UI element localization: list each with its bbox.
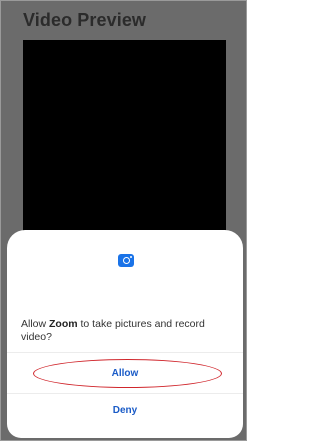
deny-button[interactable]: Deny <box>7 402 243 420</box>
page-title: Video Preview <box>23 10 147 30</box>
permission-dialog: Allow Zoom to take pictures and record v… <box>7 230 243 438</box>
permission-prompt: Allow Zoom to take pictures and record v… <box>21 318 231 344</box>
prompt-prefix: Allow <box>21 318 50 330</box>
divider <box>7 352 243 353</box>
camera-icon <box>118 254 134 267</box>
divider <box>7 393 243 394</box>
app-name: Zoom <box>49 318 78 330</box>
allow-highlight-ellipse <box>33 359 222 388</box>
video-preview-area <box>23 40 226 262</box>
